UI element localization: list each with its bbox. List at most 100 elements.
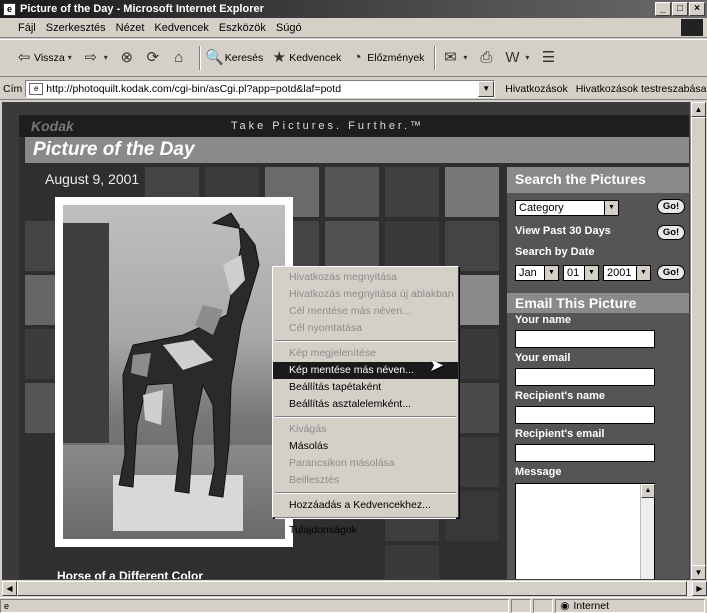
year-value: 2001 [607, 267, 632, 279]
category-go-button[interactable]: Go! [657, 199, 685, 214]
mosaic-tile [325, 221, 379, 271]
email-heading: Email This Picture [507, 293, 689, 313]
menu-tools[interactable]: Eszközök [219, 22, 266, 34]
past30-link[interactable]: View Past 30 Days [515, 225, 611, 237]
address-label: Cím [3, 82, 23, 95]
message-scrollbar[interactable]: ▲ [640, 484, 655, 579]
status-cell [511, 598, 532, 613]
recipient-email-label: Recipient's email [515, 428, 605, 440]
page-icon: e [29, 82, 44, 95]
category-value: Category [519, 202, 564, 214]
category-select[interactable]: Category ▼ [515, 200, 619, 216]
home-icon: ⌂ [174, 49, 184, 66]
stop-button[interactable]: ⊗ [117, 48, 137, 68]
potd-banner: Picture of the Day [25, 137, 689, 163]
menu-set-desktop-item[interactable]: Beállítás asztalelemként... [273, 396, 458, 413]
scroll-up-icon[interactable]: ▲ [641, 484, 655, 498]
favorites-icon: ★ [272, 49, 286, 66]
mosaic-tile [445, 167, 499, 217]
your-email-input[interactable] [515, 368, 655, 386]
year-select[interactable]: 2001 ▼ [603, 265, 651, 281]
minimize-button[interactable]: _ [655, 2, 671, 16]
address-input[interactable]: e http://photoquilt.kodak.com/cgi-bin/as… [25, 79, 496, 98]
horizontal-scroll-thumb[interactable] [17, 581, 687, 596]
menu-help[interactable]: Súgó [276, 22, 302, 34]
recipient-name-input[interactable] [515, 406, 655, 424]
month-select[interactable]: Jan ▼ [515, 265, 559, 281]
chevron-down-icon: ▼ [584, 266, 598, 280]
edit-dropdown-icon[interactable]: ▾ [522, 48, 532, 68]
word-icon: W [505, 49, 520, 66]
context-menu: Hivatkozás megnyitása Hivatkozás megnyit… [272, 266, 459, 536]
home-button[interactable]: ⌂ [169, 48, 189, 68]
back-button[interactable]: ⇦ Vissza ▾ [14, 48, 75, 68]
menu-view[interactable]: Nézet [116, 22, 145, 34]
day-select[interactable]: 01 ▼ [563, 265, 599, 281]
mosaic-tile [385, 545, 439, 579]
message-textarea[interactable]: ▲ [515, 483, 655, 579]
kodak-logo[interactable]: Kodak [31, 118, 74, 134]
scroll-down-icon[interactable]: ▼ [691, 565, 706, 580]
status-text: e [0, 598, 510, 613]
picture-of-the-day[interactable] [55, 197, 293, 547]
menu-print-target: Cél nyomtatása [289, 322, 362, 334]
horizontal-scrollbar[interactable]: ◀ ▶ [2, 581, 707, 596]
forward-dropdown-icon[interactable]: ▾ [101, 48, 111, 68]
recipient-email-input[interactable] [515, 444, 655, 462]
horse-photo[interactable] [63, 205, 285, 539]
menu-save-target: Cél mentése más néven... [289, 305, 411, 317]
toolbar-divider [434, 46, 437, 70]
back-label: Vissza [34, 52, 65, 64]
picture-caption: Horse of a Different Color [57, 569, 204, 580]
links-label[interactable]: Hivatkozások [505, 83, 567, 95]
print-button[interactable]: ⎙ [476, 48, 496, 68]
scroll-right-icon[interactable]: ▶ [692, 581, 707, 596]
search-heading: Search the Pictures [507, 167, 689, 193]
close-button[interactable]: × [689, 2, 705, 16]
menu-file[interactable]: Fájl [18, 22, 36, 34]
scroll-left-icon[interactable]: ◀ [2, 581, 17, 596]
menu-properties[interactable]: Tulajdonságok [273, 522, 458, 539]
maximize-button[interactable]: □ [672, 2, 688, 16]
chevron-down-icon: ▼ [636, 266, 650, 280]
vertical-scroll-thumb[interactable] [691, 117, 706, 572]
forward-button[interactable]: ⇨ ▾ [81, 48, 111, 68]
refresh-button[interactable]: ⟳ [143, 48, 163, 68]
link-customize[interactable]: Hivatkozások testreszabása [576, 83, 707, 95]
forward-arrow-icon: ⇨ [84, 49, 98, 66]
your-name-input[interactable] [515, 330, 655, 348]
date-go-button[interactable]: Go! [657, 265, 685, 280]
menu-add-favorites[interactable]: Hozzáadás a Kedvencekhez... [273, 497, 458, 514]
menu-edit[interactable]: Szerkesztés [46, 22, 106, 34]
chevron-down-icon: ▼ [544, 266, 558, 280]
history-label: Előzmények [367, 52, 425, 64]
your-email-label: Your email [515, 352, 571, 364]
address-dropdown-icon[interactable]: ▼ [478, 80, 495, 97]
mouse-cursor-icon: ➤ [429, 355, 445, 375]
menu-copy[interactable]: Másolás [273, 438, 458, 455]
search-button[interactable]: 🔍 Keresés [205, 48, 263, 68]
discuss-button[interactable]: ☰ [538, 48, 558, 68]
favorites-button[interactable]: ★ Kedvencek [269, 48, 342, 68]
history-button[interactable]: ◔ Előzmények [347, 48, 425, 68]
past30-go-button[interactable]: Go! [657, 225, 685, 240]
edit-button[interactable]: W ▾ [502, 48, 532, 68]
globe-icon: ◉ [560, 599, 570, 612]
address-bar: Cím e http://photoquilt.kodak.com/cgi-bi… [0, 78, 707, 100]
title-bar: e Picture of the Day - Microsoft Interne… [0, 0, 707, 18]
back-dropdown-icon[interactable]: ▾ [65, 48, 75, 68]
menu-favorites[interactable]: Kedvencek [154, 22, 208, 34]
mail-button[interactable]: ✉ ▾ [440, 48, 470, 68]
menu-set-wallpaper[interactable]: Beállítás tapétaként [273, 379, 458, 396]
menu-separator [275, 416, 456, 418]
scroll-up-icon[interactable]: ▲ [691, 102, 706, 117]
your-name-label: Your name [515, 314, 572, 326]
menu-separator [275, 492, 456, 494]
address-url: http://photoquilt.kodak.com/cgi-bin/asCg… [46, 82, 342, 95]
mail-dropdown-icon[interactable]: ▾ [460, 48, 470, 68]
mosaic-tile [445, 221, 499, 271]
ie-icon: e [3, 2, 16, 16]
menu-bar: Fájl Szerkesztés Nézet Kedvencek Eszközö… [0, 18, 707, 38]
page-status-icon: e [4, 600, 10, 611]
vertical-scrollbar[interactable]: ▲ ▼ [690, 102, 706, 580]
